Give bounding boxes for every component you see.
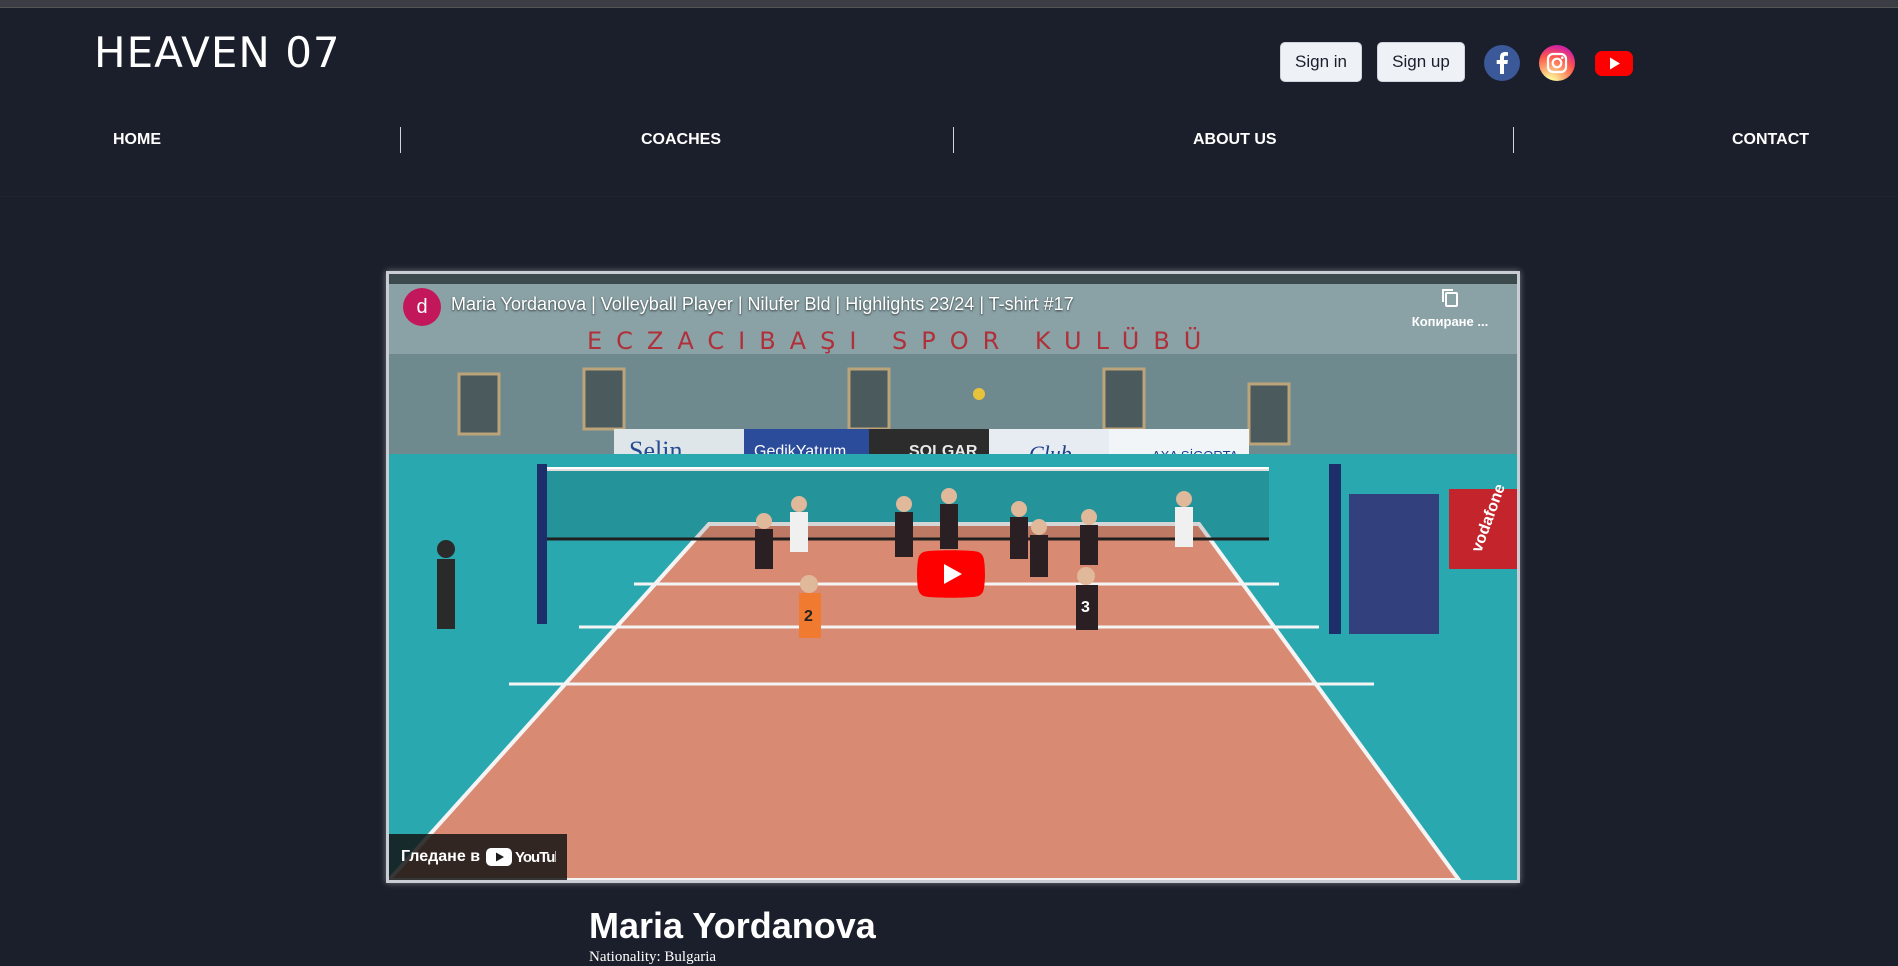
site-logo[interactable]: HEAVEN 07 [94,28,341,77]
nav-divider [400,127,401,153]
svg-text:YouTube: YouTube [515,849,556,866]
arena-banner: ECZACIBAŞI SPOR KULÜBÜ [587,326,1215,355]
browser-top-edge [0,0,1898,8]
sign-up-button[interactable]: Sign up [1377,42,1465,82]
site-header: HEAVEN 07 Sign in Sign up HOME COACHES A… [0,8,1898,197]
nav-home[interactable]: HOME [113,112,161,168]
watch-on-youtube-button[interactable]: Гледане в YouTube [389,834,567,880]
video-embed[interactable]: ECZACIBAŞI SPOR KULÜBÜ Selin GedikYatırı… [386,271,1520,883]
nav-contact[interactable]: CONTACT [1732,112,1809,168]
channel-avatar[interactable]: d [403,288,441,326]
nav-coaches[interactable]: COACHES [641,112,721,168]
main-nav: HOME COACHES ABOUT US CONTACT [0,112,1898,168]
facebook-icon[interactable] [1484,45,1520,81]
watch-on-label: Гледане в [401,848,481,865]
player-nationality: Nationality: Bulgaria [589,949,717,965]
copy-icon [1442,289,1458,307]
player-name: Maria Yordanova [589,905,876,946]
sign-in-button[interactable]: Sign in [1280,42,1362,82]
jersey-number: 2 [804,608,813,625]
copy-link-label: Копиране ... [1411,314,1489,329]
jersey-number: 3 [1081,599,1090,616]
youtube-icon[interactable] [1595,45,1633,81]
play-button[interactable] [917,550,985,598]
instagram-icon[interactable] [1539,45,1575,81]
youtube-logo-icon: YouTube [486,848,556,866]
nav-about-us[interactable]: ABOUT US [1193,112,1277,168]
copy-link-button[interactable]: Копиране ... [1405,284,1495,329]
nav-divider [953,127,954,153]
nav-divider [1513,127,1514,153]
video-title[interactable]: Maria Yordanova | Volleyball Player | Ni… [451,294,1074,315]
